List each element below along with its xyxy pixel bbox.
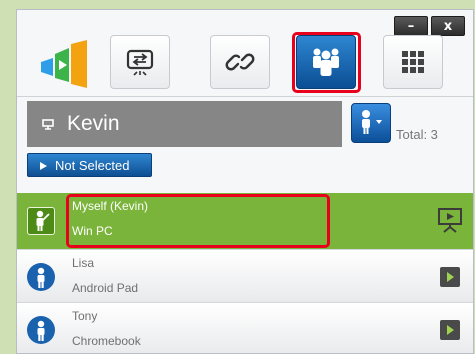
person-dropdown-icon xyxy=(362,110,382,134)
not-selected-button[interactable]: Not Selected xyxy=(27,153,152,177)
people-group-icon xyxy=(313,48,339,76)
user-device: Win PC xyxy=(72,224,113,238)
user-row-myself[interactable]: Myself (Kevin) Win PC xyxy=(17,193,473,249)
presenter-screen-icon xyxy=(42,119,54,130)
link-icon xyxy=(225,53,255,71)
projector-screen-icon[interactable] xyxy=(438,207,462,233)
close-button[interactable]: x xyxy=(431,16,465,36)
play-icon xyxy=(447,325,454,335)
user-device: Chromebook xyxy=(72,334,141,348)
app-panel: – x Kevin Total: 3 Not Selected Myself (… xyxy=(16,9,474,354)
screen-share-tool-button[interactable] xyxy=(110,35,170,89)
play-button[interactable] xyxy=(440,320,460,340)
user-name: Lisa xyxy=(72,256,95,270)
not-selected-label: Not Selected xyxy=(55,158,130,173)
presenter-name-bar: Kevin xyxy=(27,101,342,147)
app-logo-icon xyxy=(39,40,91,88)
grid-icon xyxy=(402,51,424,73)
user-menu-button[interactable] xyxy=(351,103,391,143)
presenter-name: Kevin xyxy=(67,112,120,135)
user-device: Android Pad xyxy=(72,281,139,295)
play-button[interactable] xyxy=(440,267,460,287)
user-avatar-icon xyxy=(27,263,55,291)
play-icon xyxy=(447,272,454,282)
user-avatar-icon xyxy=(27,316,55,344)
link-tool-button[interactable] xyxy=(210,35,270,89)
grid-tool-button[interactable] xyxy=(383,35,443,89)
toolbar-divider xyxy=(17,96,473,97)
total-count: Total: 3 xyxy=(396,127,438,142)
play-arrow-icon xyxy=(40,162,47,170)
user-name: Myself (Kevin) xyxy=(72,199,149,213)
user-row-lisa[interactable]: Lisa Android Pad xyxy=(17,249,473,302)
people-tool-button[interactable] xyxy=(296,35,356,89)
user-row-tony[interactable]: Tony Chromebook xyxy=(17,302,473,353)
minimize-button[interactable]: – xyxy=(394,16,428,36)
presenter-avatar-icon xyxy=(27,207,55,235)
screen-share-icon xyxy=(126,49,154,76)
user-name: Tony xyxy=(72,309,98,323)
